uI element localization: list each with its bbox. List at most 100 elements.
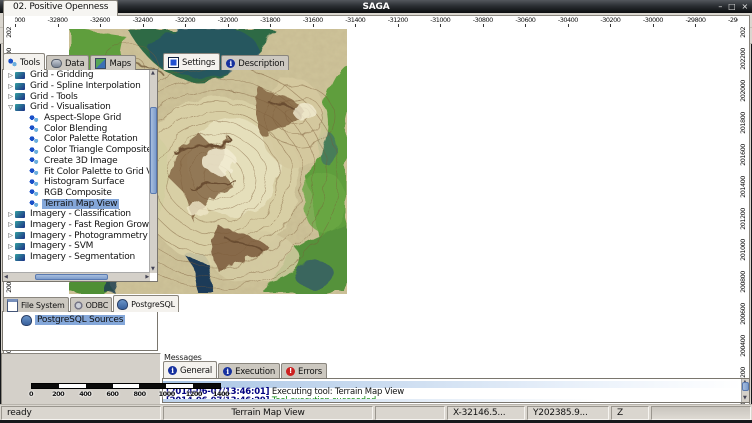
tree-item[interactable]: Color Palette Rotation bbox=[3, 134, 150, 145]
expander-icon[interactable]: ▷ bbox=[6, 211, 15, 218]
scrollbar-thumb[interactable] bbox=[35, 274, 108, 280]
tab-icon bbox=[223, 367, 232, 376]
expander-icon[interactable]: ▷ bbox=[6, 254, 15, 261]
status-z-coordinate: Z bbox=[611, 406, 649, 420]
tool-icon bbox=[29, 135, 39, 144]
tab-icon bbox=[51, 59, 62, 68]
ruler-tick-label: -31800 bbox=[260, 16, 280, 24]
tab-label: File System bbox=[21, 301, 65, 310]
scroll-down-icon[interactable]: ▼ bbox=[743, 395, 747, 402]
tree-item[interactable]: Aspect-Slope Grid bbox=[3, 113, 150, 124]
tools-tree-panel: ▷ Grid - Gridding ▷ Grid - Spline Interp… bbox=[2, 69, 158, 282]
tree-item-label: Aspect-Slope Grid bbox=[42, 113, 123, 123]
expander-icon[interactable]: ▷ bbox=[6, 83, 15, 90]
map-tab[interactable]: 02. Positive Openness bbox=[3, 0, 118, 16]
status-ready: ready bbox=[1, 406, 161, 420]
tool-icon bbox=[29, 156, 39, 165]
tab-postgresql[interactable]: PostgreSQL bbox=[113, 295, 179, 312]
tab-data[interactable]: Data bbox=[46, 55, 90, 70]
tree-item[interactable]: Terrain Map View bbox=[3, 198, 150, 209]
ruler-tick-label: 201400 bbox=[739, 170, 747, 204]
tree-vertical-scrollbar[interactable]: ▲ ▼ bbox=[149, 70, 157, 273]
tree-item-label: Color Palette Rotation bbox=[42, 134, 140, 144]
messages-header: Messages bbox=[161, 352, 751, 363]
tree-item[interactable]: ▷ Grid - Tools bbox=[3, 91, 150, 102]
tree-item-label: Grid - Tools bbox=[28, 92, 80, 102]
tab-settings[interactable]: Settings bbox=[163, 53, 220, 70]
tab-icon bbox=[74, 301, 83, 310]
tree-item-label: Color Triangle Composite bbox=[42, 145, 150, 155]
ruler-tick-label: -31000 bbox=[430, 16, 450, 24]
scrollbar-thumb[interactable] bbox=[150, 107, 157, 194]
ruler-tick-label: -30400 bbox=[558, 16, 578, 24]
window-controls: – □ × bbox=[718, 0, 748, 13]
tree-item[interactable]: ▷ Grid - Gridding bbox=[3, 70, 150, 81]
tab-icon bbox=[168, 57, 179, 68]
tree-item[interactable]: ▷ Imagery - Photogrammetry bbox=[3, 230, 150, 241]
status-y-coordinate: Y202385.9... bbox=[527, 406, 609, 420]
tab-execution[interactable]: Execution bbox=[218, 363, 280, 378]
postgresql-icon bbox=[21, 315, 32, 326]
tab-errors[interactable]: Errors bbox=[281, 363, 327, 378]
expander-icon[interactable]: ▷ bbox=[6, 221, 15, 228]
scale-label: 1200 bbox=[186, 390, 202, 398]
expander-icon[interactable]: ▷ bbox=[6, 243, 15, 250]
tree-item[interactable]: Histogram Surface bbox=[3, 177, 150, 188]
expander-icon[interactable]: ▷ bbox=[6, 232, 15, 239]
maximize-button[interactable]: □ bbox=[728, 3, 735, 11]
scale-label: 200 bbox=[52, 390, 64, 398]
scale-label: 800 bbox=[134, 390, 146, 398]
scroll-right-icon[interactable]: ▶ bbox=[145, 274, 149, 281]
scroll-down-icon[interactable]: ▼ bbox=[151, 266, 155, 273]
scale-label: 400 bbox=[79, 390, 91, 398]
scale-label: 1000 bbox=[159, 390, 175, 398]
tab-odbc[interactable]: ODBC bbox=[70, 297, 113, 312]
tree-item[interactable]: ▷ Imagery - Segmentation bbox=[3, 252, 150, 263]
tree-item[interactable]: Color Triangle Composite bbox=[3, 145, 150, 156]
tree-item-label: Imagery - Segmentation bbox=[28, 252, 137, 262]
ruler-tick-label: -30800 bbox=[473, 16, 493, 24]
tree-item[interactable]: Color Blending bbox=[3, 123, 150, 134]
messages-log-panel: [2014-06-07/13:46:01] Executing tool: Te… bbox=[162, 378, 750, 403]
tab-maps[interactable]: Maps bbox=[90, 55, 136, 70]
tree-item[interactable]: Fit Color Palette to Grid Values bbox=[3, 166, 150, 177]
tree-item[interactable]: ▷ Imagery - Fast Region Growing Al bbox=[3, 220, 150, 231]
tree-item[interactable]: RGB Composite bbox=[3, 188, 150, 199]
messages-scrollbar[interactable]: ▲ ▼ bbox=[741, 379, 749, 402]
tree-horizontal-scrollbar[interactable]: ◀ ▶ bbox=[3, 272, 150, 281]
scroll-up-icon[interactable]: ▲ bbox=[151, 70, 155, 77]
scrollbar-thumb[interactable] bbox=[742, 382, 749, 391]
saga-window: SAGA – □ × FileGeoprocessingMapWindow? i… bbox=[0, 0, 752, 423]
tree-item[interactable]: ▷ Imagery - SVM bbox=[3, 241, 150, 252]
ruler-tick-label: -31200 bbox=[388, 16, 408, 24]
tree-item[interactable]: ▷ Grid - Spline Interpolation bbox=[3, 81, 150, 92]
tree-item-label: Terrain Map View bbox=[42, 199, 119, 209]
tab-general[interactable]: General bbox=[163, 361, 217, 378]
tab-icon bbox=[226, 59, 235, 68]
tab-description[interactable]: Description bbox=[221, 55, 289, 70]
ruler-tick-label: -32200 bbox=[175, 16, 195, 24]
tab-icon bbox=[117, 299, 128, 310]
tab-label: Settings bbox=[182, 58, 215, 68]
close-button[interactable]: × bbox=[741, 3, 748, 11]
scroll-left-icon[interactable]: ◀ bbox=[4, 274, 8, 281]
tree-item[interactable]: ▽ Grid - Visualisation bbox=[3, 102, 150, 113]
ruler-tick-label: 200800 bbox=[739, 265, 747, 299]
tool-icon bbox=[15, 254, 25, 261]
minimize-button[interactable]: – bbox=[718, 3, 722, 11]
data-source-item[interactable]: PostgreSQL Sources bbox=[3, 314, 157, 326]
tool-icon bbox=[15, 83, 25, 90]
expander-icon[interactable]: ▷ bbox=[6, 93, 15, 100]
tool-icon bbox=[29, 188, 39, 197]
expander-icon[interactable]: ▷ bbox=[6, 72, 15, 79]
tab-file-system[interactable]: File System bbox=[3, 297, 69, 312]
ruler-tick-label: -32600 bbox=[90, 16, 110, 24]
tab-tools[interactable]: Tools bbox=[3, 53, 45, 70]
tab-icon bbox=[168, 366, 177, 375]
selected-log-row-partial bbox=[163, 399, 742, 402]
tool-icon bbox=[15, 221, 25, 228]
tree-item[interactable]: ▷ Imagery - Classification bbox=[3, 209, 150, 220]
tab-icon bbox=[7, 299, 18, 312]
tree-item[interactable]: Create 3D Image bbox=[3, 156, 150, 167]
expander-icon[interactable]: ▽ bbox=[6, 104, 15, 111]
